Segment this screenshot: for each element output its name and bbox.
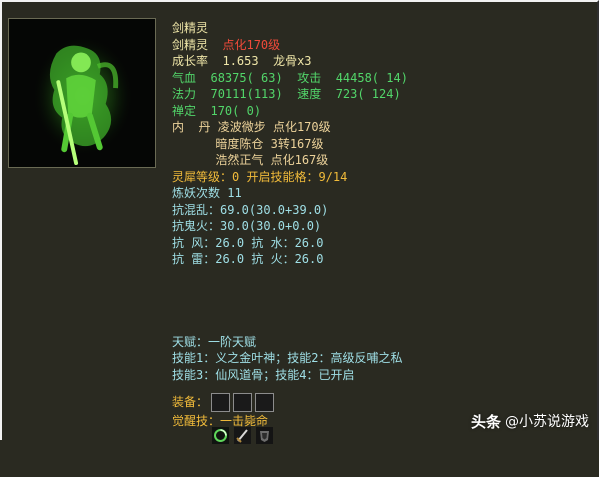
neidan-name: 暗度陈仓 <box>215 136 264 151</box>
neidan-name: 凌波微步 <box>217 120 266 134</box>
zen-value: 170( 0) <box>210 103 262 118</box>
refine-count: 炼妖次数 11 <box>172 186 242 200</box>
growth-row: 成长率 1.653 龙骨x3 <box>172 53 592 70</box>
pet-enhance-level: 点化170级 <box>222 37 281 52</box>
neidan-row-3: 浩然正气 点化167级 <box>172 152 592 169</box>
mp-value: 70111(113) <box>210 87 283 101</box>
neidan-level: 点化167级 <box>270 153 329 167</box>
neidan-level: 3转167级 <box>270 136 324 151</box>
watermark: 头条 @小苏说游戏 <box>470 412 589 431</box>
attack-label: 攻击 <box>297 70 322 85</box>
resist-chaos: 抗混乱：69.0(30.0+39.0) <box>172 202 329 217</box>
zen-row: 禅定 170( 0) <box>172 103 592 120</box>
resist-wind-water: 抗 风：26.0 抗 水：26.0 <box>172 235 324 250</box>
pet-figure-image <box>9 19 155 167</box>
neidan-row-1: 内 丹 凌波微步 点化170级 <box>172 119 592 136</box>
dark-armor-icon[interactable] <box>255 392 275 444</box>
swirl-rune-icon[interactable] <box>211 392 231 444</box>
hp-label: 气血 <box>172 70 197 85</box>
pet-name: 剑精灵 <box>172 37 209 52</box>
growth-label: 成长率 <box>172 54 209 68</box>
pet-portrait <box>8 18 156 168</box>
hp-value: 68375( 63) <box>210 70 283 85</box>
resist-thunder-fire: 抗 雷：26.0 抗 火：26.0 <box>172 252 324 266</box>
attack-value: 44458( 14) <box>335 70 408 85</box>
speed-label: 速度 <box>297 87 322 101</box>
hp-attack-row: 气血 68375( 63) 攻击 44458( 14) <box>172 70 592 87</box>
pet-info-panel: 剑精灵 剑精灵 点化170级 成长率 1.653 龙骨x3 气血 68375( … <box>172 20 592 444</box>
watermark-brand: 头条 <box>470 412 501 431</box>
skills-row-1: 技能1：义之金叶神；技能2：高级反哺之私 <box>172 351 403 365</box>
pet-title: 剑精灵 <box>172 21 209 35</box>
equip-label: 装备： <box>172 394 209 409</box>
talent-row: 天赋：一阶天赋 <box>172 334 257 349</box>
mp-speed-row: 法力 70111(113) 速度 723( 124) <box>172 86 592 103</box>
neidan-name: 浩然正气 <box>215 153 264 167</box>
zen-label: 禅定 <box>172 103 197 118</box>
mp-label: 法力 <box>172 87 197 101</box>
growth-value: 1.653 <box>222 54 259 68</box>
bone-count: 龙骨x3 <box>273 54 312 68</box>
equip-row: 装备： <box>172 391 592 444</box>
watermark-account: @小苏说游戏 <box>505 413 589 430</box>
sword-icon[interactable] <box>233 392 253 444</box>
skills-row-2: 技能3：仙风道骨；技能4：已开启 <box>172 367 355 382</box>
pet-name-row: 剑精灵 点化170级 <box>172 37 592 54</box>
speed-value: 723( 124) <box>335 87 401 101</box>
lingxi-row: 灵犀等级：0 开启技能格：9/14 <box>172 169 348 184</box>
neidan-label: 内 丹 <box>172 120 211 134</box>
resist-ghostfire: 抗鬼火：30.0(30.0+0.0) <box>172 219 322 233</box>
neidan-row-2: 暗度陈仓 3转167级 <box>172 136 592 153</box>
neidan-level: 点化170级 <box>272 120 331 134</box>
